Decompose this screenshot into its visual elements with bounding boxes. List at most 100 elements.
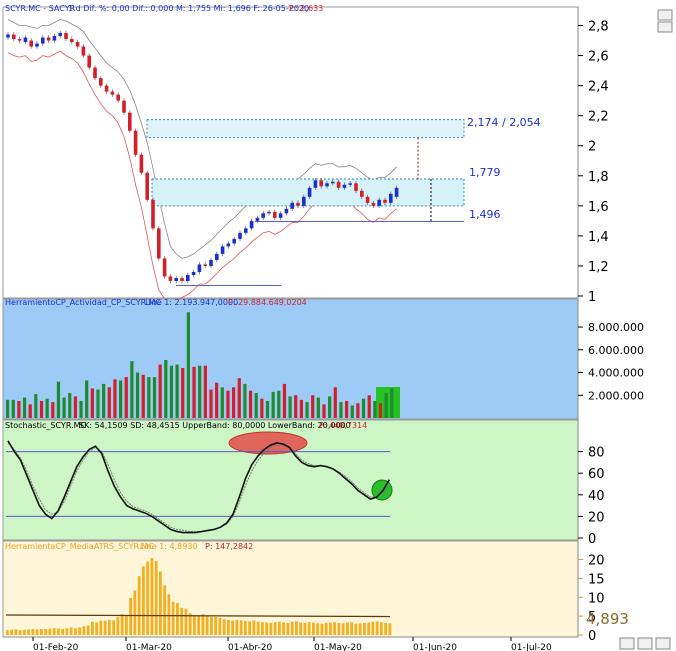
volume-bar [102,383,106,418]
volume-bar [6,399,10,418]
candle-body [319,180,323,187]
candle-body [145,172,149,200]
atr-bar [329,622,332,635]
candle-body [255,217,260,221]
volume-bar [79,400,83,418]
volume-bar [361,398,366,418]
candle-body [168,276,173,281]
atr-pane[interactable]: HerramientaCP_MediaATRS_SCYR.MC Line 1: … [2,540,629,644]
candle-body [383,199,387,203]
candle-body [197,264,202,272]
atr-bar [108,619,111,635]
volume-pane[interactable]: HerramientoCP_Actividad_CP_SCYR.MC Line … [2,298,644,420]
atr-bar [252,620,256,635]
volume-bar [56,381,61,418]
atr-bar [120,614,124,635]
stoch-y-tick: 60 [588,467,605,482]
volume-bar [282,383,287,418]
atr-bar [82,626,86,635]
atr-bar [218,618,222,635]
volume-pane-title: HerramientoCP_Actividad_CP_SCYR.MC [5,298,161,307]
atr-bar [171,601,175,635]
atr-bar [358,623,362,635]
candle-body [162,258,167,277]
atr-bar [176,602,179,635]
atr-bar [61,628,65,635]
price-pane[interactable]: SCYR.MC - SACYR 1 d Dif. %: 0,00 Dif.: 0… [2,4,673,305]
chart-corner-buttons[interactable] [619,637,671,650]
volume-bar [294,395,298,418]
atr-bar [286,622,290,635]
volume-bar [226,390,230,418]
atr-bar [231,620,235,635]
candle-body [209,259,213,266]
atr-bar [31,628,35,635]
price-pane-title: SCYR.MC - SACYR [5,4,76,13]
candle-body [371,202,376,206]
candle-body [81,46,86,56]
volume-bar [124,377,128,418]
price-y-tick: 1,8 [588,170,609,185]
stoch-pane-info: SK: 54,1509 SD: 48,4515 UpperBand: 80,00… [79,421,351,430]
atr-pane-p-label: P: 147,2842 [205,542,253,551]
candle-body [348,183,352,185]
volume-bar [339,402,343,418]
atr-bar [282,622,286,635]
volume-bar [328,396,332,418]
candle-body [394,187,399,197]
candle-body [104,85,109,92]
candle-body [29,40,33,47]
stoch-y-tick: 20 [588,510,605,525]
candle-body [267,211,271,214]
candle-body [87,55,91,68]
price-y-tick: 1,2 [588,260,609,275]
stochastic-pane[interactable]: Stochastic_SCYR.MC SK: 54,1509 SD: 48,45… [2,419,605,547]
volume-bar [107,387,111,418]
atr-bar [312,622,315,635]
atr-bar [278,621,281,635]
atr-bar [188,613,192,635]
candle-body [157,228,161,259]
candle-body [220,246,225,254]
atr-bar [184,608,188,635]
volume-bar [11,399,15,418]
volume-bar [209,389,213,418]
volume-bar [175,364,179,418]
volume-bar [164,360,168,418]
candle-body [12,34,16,40]
candle-body [296,202,300,206]
volume-bar [203,365,207,418]
volume-bar [390,388,394,418]
level-label-mid: 1,779 [469,166,501,179]
candle-body [261,213,265,218]
volume-bar [39,400,44,418]
candle-body [307,187,312,197]
candle-body [342,184,347,188]
volume-bar [311,395,315,418]
stoch-y-tick: 40 [588,489,605,504]
volume-bar [299,399,303,418]
atr-bar [14,629,18,635]
volume-bar [17,400,21,418]
atr-bar [65,628,69,635]
atr-pane-title: HerramientaCP_MediaATRS_SCYR.MC [5,542,154,551]
atr-bar [129,598,133,635]
volume-bar [378,403,383,418]
volume-bar [277,390,281,418]
price-y-tick: 1 [588,290,596,305]
volume-bar [192,366,196,418]
candle-body [23,37,28,43]
atr-bar [269,622,273,635]
atr-bar [210,616,213,635]
atr-bar [167,594,171,635]
candle-body [278,213,283,218]
atr-bar [133,590,137,635]
atr-bar [142,566,145,635]
atr-bar [35,629,39,635]
price-y-tick: 1,4 [588,230,609,245]
atr-bar [91,621,94,635]
volume-bar [181,367,185,418]
volume-bar [260,398,264,418]
atr-bar [78,627,82,635]
candle-body [232,238,236,244]
